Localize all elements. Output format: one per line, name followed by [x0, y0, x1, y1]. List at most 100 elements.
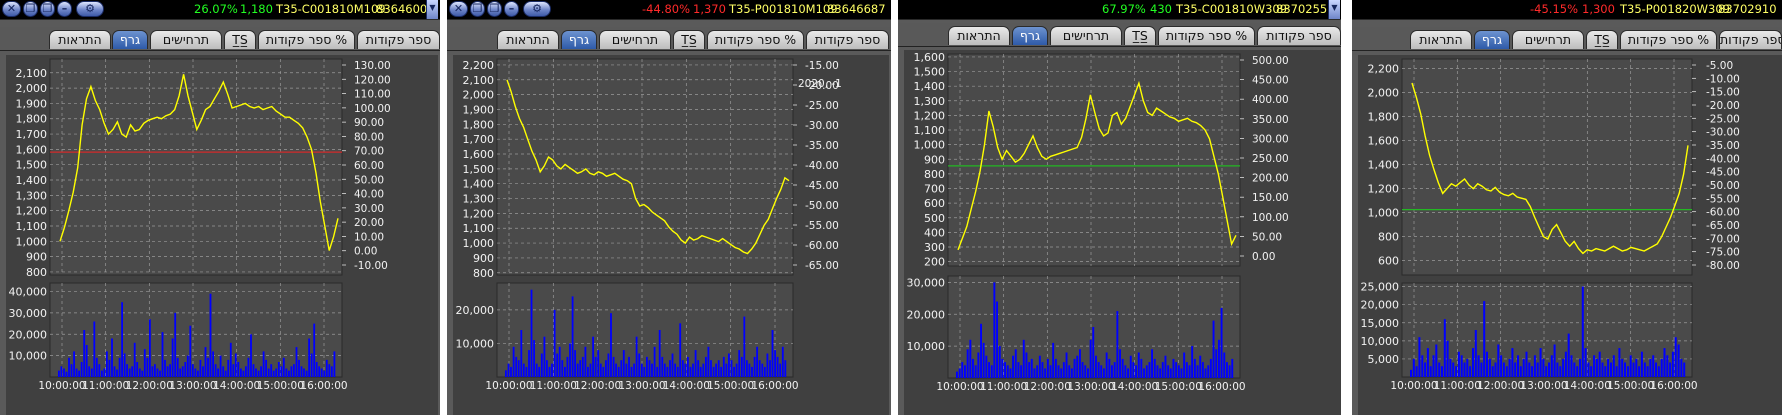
tab-order-book[interactable]: ספר פקודות — [357, 30, 440, 49]
volume-bar — [1412, 358, 1415, 377]
tab-graph[interactable]: גרף — [1012, 26, 1048, 45]
volume-bar — [1426, 348, 1429, 377]
pct-tick-label: -75.00 — [1706, 247, 1740, 259]
y-tick-label: 900 — [473, 252, 494, 265]
volume-bar — [517, 360, 520, 377]
pct-tick-label: -70.00 — [1706, 233, 1740, 245]
price-plot-area — [49, 58, 343, 276]
pct-tick-label: -55.00 — [805, 220, 839, 232]
trading-panel-2: ✕ ❐ ❐ – ⚙ -44.80% 1,370 T35-P001810M109 … — [447, 0, 891, 415]
volume-bar — [779, 363, 782, 377]
volume-bar — [1579, 358, 1581, 377]
pct-tick-label: -35.00 — [1706, 140, 1740, 152]
volume-bar — [533, 340, 535, 377]
volume-bar — [159, 370, 161, 377]
y-tick-label: 1,400 — [16, 174, 48, 187]
tab-graph[interactable]: גרף — [1474, 30, 1510, 49]
volume-bar — [615, 363, 617, 377]
volume-bar — [520, 330, 523, 377]
volume-bar — [579, 360, 582, 377]
volume-bar — [1590, 366, 1593, 377]
volume-bar — [1595, 358, 1598, 377]
volume-bar — [648, 360, 651, 377]
tab-alerts[interactable]: התראות — [1410, 30, 1472, 49]
volume-bar — [1220, 307, 1223, 378]
tab-order-book-pct[interactable]: ספר פקודות % — [1158, 26, 1255, 45]
pct-tick-label: -15.00 — [805, 60, 839, 72]
volume-bar — [1548, 362, 1550, 377]
pct-tick-label: 120.00 — [354, 74, 391, 86]
volume-bar — [1079, 349, 1081, 378]
restore-button[interactable]: ❐ — [23, 1, 38, 17]
tab-bar: התראות גרף תרחישים T̲S̲ ספר פקודות % ספר… — [898, 23, 1341, 47]
settings-button[interactable]: ⚙ — [523, 1, 551, 17]
close-button[interactable]: ✕ — [2, 1, 21, 17]
tab-trades[interactable]: תרחישים — [1050, 26, 1122, 45]
volume-bar — [1528, 362, 1531, 377]
pct-tick-label: 50.00 — [354, 174, 384, 186]
minimize-button[interactable]: – — [504, 1, 519, 17]
tab-alerts[interactable]: התראות — [497, 30, 559, 49]
volume-bar — [88, 366, 91, 377]
tab-alerts[interactable]: התראות — [49, 30, 111, 49]
y-tick-label: 2,100 — [16, 67, 48, 80]
settings-button[interactable]: ⚙ — [76, 1, 104, 17]
tab-graph[interactable]: גרף — [561, 30, 597, 49]
tab-graph[interactable]: גרף — [112, 30, 148, 49]
volume-bar — [1012, 355, 1014, 378]
volume-bar — [1446, 340, 1449, 377]
tab-ts[interactable]: T̲S̲ — [673, 30, 705, 49]
tab-order-book[interactable]: ספר פקודות — [806, 30, 889, 49]
tab-trades[interactable]: תרחישים — [1512, 30, 1584, 49]
volume-bar — [1135, 365, 1137, 379]
tab-alerts[interactable]: התראות — [948, 26, 1010, 45]
price-chart: 1,600 1,5001,400 1,3001,200 1,100 1,000900 80… — [907, 51, 1289, 393]
tab-ts[interactable]: T̲S̲ — [224, 30, 256, 49]
volume-bar — [133, 342, 136, 377]
volume-bar — [138, 368, 141, 377]
restore-button-2[interactable]: ❐ — [40, 1, 55, 17]
volume-tick-label: 10,000 — [1361, 335, 1400, 348]
tab-order-book[interactable]: ספר פקודות — [1257, 26, 1341, 45]
volume-bar — [234, 353, 237, 377]
restore-button[interactable]: ❐ — [470, 1, 485, 17]
volume-bar — [1137, 352, 1140, 378]
y-tick-label: 2,100 — [463, 74, 495, 87]
tab-trades[interactable]: תרחישים — [150, 30, 222, 49]
volume-bar — [1618, 348, 1621, 377]
close-button[interactable]: ✕ — [449, 1, 468, 17]
volume-bar — [1113, 362, 1116, 378]
volume-bar — [1084, 365, 1087, 379]
volume-bar — [280, 366, 283, 377]
volume-bar — [1615, 366, 1618, 377]
volume-bar — [85, 345, 88, 377]
restore-button-2[interactable]: ❐ — [487, 1, 502, 17]
tab-ts[interactable]: T̲S̲ — [1586, 30, 1618, 49]
volume-bar — [1127, 368, 1129, 378]
trading-panel-1: ✕ ❐ ❐ – ⚙ 26.07% 1,180 T35-C001810M109 8… — [0, 0, 440, 415]
tab-trades[interactable]: תרחישים — [599, 30, 671, 49]
tab-bar: התראות גרף תרחישים T̲S̲ ספר פקודות % ספר… — [1352, 27, 1782, 51]
symbol-dropdown[interactable]: ▼ — [1328, 0, 1340, 19]
volume-bar — [751, 366, 753, 377]
tab-order-book-pct[interactable]: ספר פקודות % — [707, 30, 804, 49]
x-tick-label: 15:00:00 — [257, 380, 304, 392]
volume-bar — [166, 366, 169, 377]
tab-order-book-pct[interactable]: ספר פקודות % — [258, 30, 355, 49]
tab-ts[interactable]: T̲S̲ — [1124, 26, 1156, 45]
tab-order-book[interactable]: ספר פקודות — [1719, 30, 1782, 49]
volume-bar — [65, 371, 68, 377]
volume-bar — [1095, 355, 1097, 378]
tab-order-book-pct[interactable]: ספר פקודות % — [1620, 30, 1717, 49]
volume-bar — [671, 353, 674, 377]
minimize-button[interactable]: – — [57, 1, 72, 17]
volume-bar — [1169, 368, 1172, 378]
volume-bar — [260, 366, 262, 377]
volume-bar — [1057, 365, 1060, 379]
volume-bar — [1121, 358, 1124, 378]
volume-bar — [1460, 355, 1463, 377]
symbol-dropdown[interactable]: ▼ — [426, 0, 438, 19]
volume-bar — [1491, 366, 1494, 377]
y-tick-label: 1,500 — [463, 163, 495, 176]
volume-bar — [174, 312, 177, 377]
